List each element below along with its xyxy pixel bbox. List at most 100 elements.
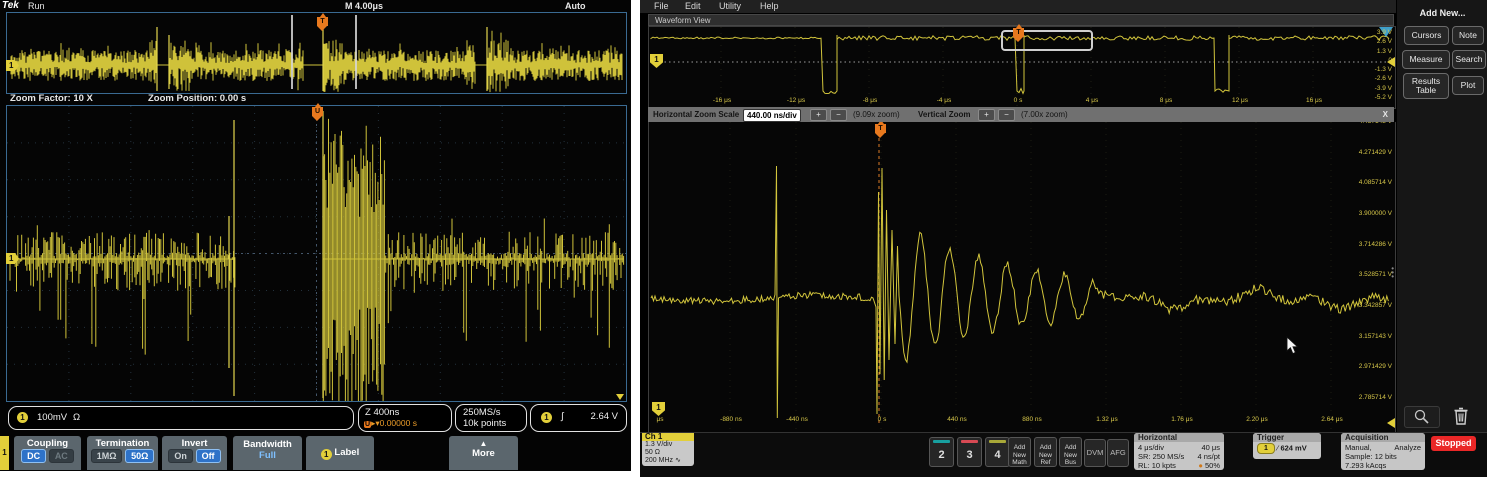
add-new-ref-button[interactable]: Add New Ref xyxy=(1034,437,1057,467)
channel2-color-stripe xyxy=(933,440,950,443)
dvm-button[interactable]: DVM xyxy=(1084,439,1106,467)
horizontal-sample-rate: SR: 250 MS/s xyxy=(1138,452,1184,461)
channel3-color-stripe xyxy=(961,440,978,443)
axis-label: 8 μs xyxy=(1160,97,1172,104)
label-menu-button[interactable]: 1 Label xyxy=(306,436,374,470)
coupling-dc-option[interactable]: DC xyxy=(21,449,46,463)
trigger-position-marker-overview-right[interactable]: T xyxy=(1013,28,1024,37)
channel1-readout[interactable]: 1 100mV Ω xyxy=(8,406,354,430)
trigger-readout[interactable]: 1 ∫ 2.64 V xyxy=(530,404,627,432)
trigger-level-value: 2.64 V xyxy=(591,411,618,422)
trigger-title: Trigger xyxy=(1253,433,1321,442)
horizontal-duration: 40 μs xyxy=(1202,443,1221,452)
zoom-tool-button[interactable] xyxy=(1404,406,1440,428)
channel-menu-tab: 1 xyxy=(0,436,9,470)
invert-menu-button[interactable]: Invert On Off xyxy=(162,436,227,470)
zoom-waveform-window: 1 xyxy=(6,105,627,402)
menu-file[interactable]: File xyxy=(654,1,669,11)
add-new-title: Add New... xyxy=(1397,8,1487,18)
horizontal-scale: 4 μs/div xyxy=(1138,443,1164,452)
trash-button[interactable] xyxy=(1449,404,1473,428)
overview-voltage-axis: 3.9 V2.6 V1.3 V0-1.3 V-2.6 V-3.9 V-5.2 V xyxy=(1375,29,1392,101)
position-dot-icon: ● xyxy=(1198,461,1203,470)
acquisition-status: Run xyxy=(28,1,45,11)
coupling-title: Coupling xyxy=(14,438,81,449)
sample-rate-readout[interactable]: 250MS/s 10k points xyxy=(455,404,527,432)
axis-label: 4 μs xyxy=(1086,97,1098,104)
axis-label: -3.9 V xyxy=(1375,85,1392,92)
close-zoom-button[interactable]: X xyxy=(1383,110,1388,119)
trash-icon xyxy=(1449,404,1473,428)
trigger-level-arrow-zoom[interactable] xyxy=(1387,418,1395,428)
axis-label: -1.3 V xyxy=(1375,66,1392,73)
invert-title: Invert xyxy=(162,438,227,449)
zoom-scale-readout[interactable]: Z 400ns U▸▾0.00000 s xyxy=(358,404,452,432)
invert-on-option[interactable]: On xyxy=(168,449,193,463)
axis-label: 3.528571 V xyxy=(1359,271,1392,278)
add-measure-button[interactable]: Measure xyxy=(1402,50,1450,69)
ch1-badge[interactable]: Ch 1 1.3 V/div 50 Ω 200 MHz ∿ xyxy=(642,433,694,466)
hzoom-minus-button[interactable]: − xyxy=(830,109,847,121)
zoom-waveform-view[interactable]: 1 ••• xyxy=(648,122,1396,433)
axis-label: -4 μs xyxy=(937,97,952,104)
trigger-position-marker-overview[interactable]: T xyxy=(317,17,328,26)
acquisition-sample: Sample: 12 bits xyxy=(1345,452,1397,461)
coupling-menu-button[interactable]: Coupling DC AC xyxy=(14,436,81,470)
trigger-source-pill: 1 xyxy=(1257,443,1275,454)
add-results-table-button[interactable]: Results Table xyxy=(1403,73,1449,99)
timebase-readout: M 4.00μs xyxy=(345,1,383,11)
zoom-position-value: U▸▾0.00000 s xyxy=(364,418,417,429)
hzoom-plus-button[interactable]: + xyxy=(810,109,827,121)
axis-label: 3.157143 V xyxy=(1359,333,1392,340)
more-menu-button[interactable]: ▲ More xyxy=(449,436,518,470)
axis-label: 0 s xyxy=(878,416,887,423)
ch1-scale: 1.3 V/div xyxy=(642,441,694,449)
trigger-position-marker-zoomview[interactable]: T xyxy=(875,124,886,133)
horizontal-zoom-scale-input[interactable]: 440.00 ns/div xyxy=(743,109,801,122)
horizontal-settings-panel[interactable]: Horizontal 4 μs/div 40 μs SR: 250 MS/s 4… xyxy=(1134,433,1224,470)
add-new-bus-button[interactable]: Add New Bus xyxy=(1059,437,1082,467)
invert-off-option[interactable]: Off xyxy=(196,449,221,463)
afg-button[interactable]: AFG xyxy=(1107,439,1129,467)
run-state-button[interactable]: Stopped xyxy=(1431,436,1476,451)
termination-menu-button[interactable]: Termination 1MΩ 50Ω xyxy=(87,436,158,470)
axis-label: 2.6 V xyxy=(1377,38,1392,45)
add-cursors-button[interactable]: Cursors xyxy=(1404,26,1449,45)
coupling-ac-option[interactable]: AC xyxy=(49,449,74,463)
channel2-button[interactable]: 2 xyxy=(929,437,954,467)
add-search-button[interactable]: Search xyxy=(1452,50,1486,69)
zoom-pos-icon: U xyxy=(364,421,371,428)
axis-label: 3.342857 V xyxy=(1359,302,1392,309)
vzoom-minus-button[interactable]: − xyxy=(998,109,1015,121)
axis-label: 4.271429 V xyxy=(1359,149,1392,156)
channel3-button[interactable]: 3 xyxy=(957,437,982,467)
acquisition-mode: Manual, xyxy=(1345,443,1372,452)
ch1-bandwidth: 200 MHz ∿ xyxy=(642,457,694,465)
magnifier-icon xyxy=(1405,407,1439,427)
horizontal-zoom-scale-label: Horizontal Zoom Scale xyxy=(653,110,739,119)
axis-label: -2.6 V xyxy=(1375,75,1392,82)
zoom-position-readout: Zoom Position: 0.00 s xyxy=(148,93,246,104)
axis-label: -880 ns xyxy=(720,416,742,423)
menu-help[interactable]: Help xyxy=(760,1,779,11)
trigger-settings-panel[interactable]: Trigger 1 ∕ 624 mV xyxy=(1253,433,1321,459)
add-new-math-button[interactable]: Add New Math xyxy=(1008,437,1031,467)
add-plot-button[interactable]: Plot xyxy=(1452,76,1484,95)
add-note-button[interactable]: Note xyxy=(1452,26,1484,45)
menu-edit[interactable]: Edit xyxy=(685,1,701,11)
vzoom-plus-button[interactable]: + xyxy=(978,109,995,121)
zoom-toolbar: Horizontal Zoom Scale 440.00 ns/div + − … xyxy=(648,107,1394,122)
bandwidth-limit-icon: ∿ xyxy=(675,457,681,464)
termination-1m-option[interactable]: 1MΩ xyxy=(91,449,123,463)
channel4-button[interactable]: 4 xyxy=(985,437,1010,467)
bandwidth-title: Bandwidth xyxy=(233,439,302,450)
acquisition-count: 7.293 kAcqs xyxy=(1345,461,1386,470)
vertical-zoom-label: Vertical Zoom xyxy=(918,110,970,119)
termination-50-option[interactable]: 50Ω xyxy=(125,449,154,463)
menu-utility[interactable]: Utility xyxy=(719,1,741,11)
acquisition-settings-panel[interactable]: Acquisition Manual, Analyze Sample: 12 b… xyxy=(1341,433,1425,470)
axis-label: 3.9 V xyxy=(1377,29,1392,36)
trigger-position-marker-zoom[interactable]: U xyxy=(312,107,323,116)
bandwidth-menu-button[interactable]: Bandwidth Full xyxy=(233,436,302,470)
zoom-factor-readout: Zoom Factor: 10 X xyxy=(10,93,93,104)
